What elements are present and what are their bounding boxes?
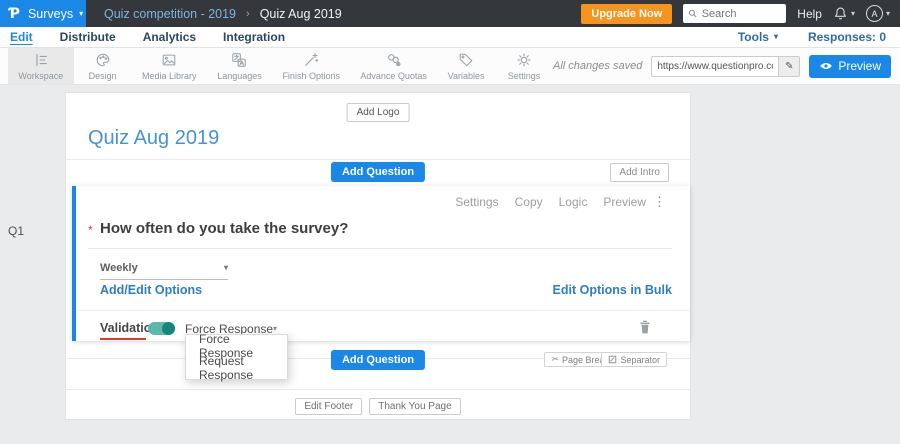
tools-label: Tools bbox=[737, 30, 769, 44]
divider bbox=[88, 248, 672, 249]
question-text[interactable]: How often do you take the survey? bbox=[100, 220, 348, 237]
edit-options-in-bulk-link[interactable]: Edit Options in Bulk bbox=[553, 283, 672, 297]
save-status: All changes saved bbox=[553, 60, 643, 72]
chevron-down-icon: ▾ bbox=[773, 32, 778, 41]
questionpro-survey-editor: Ƥ Surveys ▾ Quiz competition - 2019 › Qu… bbox=[0, 0, 900, 444]
divider bbox=[76, 310, 690, 311]
media-library-icon bbox=[162, 54, 176, 65]
question-block: Settings Copy Logic Preview ⋮ * How ofte… bbox=[72, 186, 690, 341]
trash-icon bbox=[640, 320, 650, 334]
question-actions: Settings Copy Logic Preview bbox=[455, 195, 646, 209]
survey-url-group: ✎ bbox=[651, 55, 801, 77]
bell-icon bbox=[835, 7, 846, 20]
toolbar-item-workspace[interactable]: Workspace bbox=[8, 48, 74, 84]
breadcrumb: Quiz competition - 2019 › Quiz Aug 2019 bbox=[104, 7, 342, 21]
answer-type-select[interactable]: Weekly ▾ bbox=[100, 262, 228, 280]
separator-button[interactable]: Separator bbox=[601, 352, 667, 367]
divider bbox=[66, 159, 690, 160]
preview-button[interactable]: Preview bbox=[809, 54, 891, 78]
responses-count[interactable]: Responses: 0 bbox=[808, 30, 886, 44]
finish-options-icon bbox=[305, 52, 319, 66]
design-icon bbox=[96, 53, 109, 66]
kebab-menu-icon[interactable]: ⋮ bbox=[653, 194, 666, 210]
variables-icon bbox=[459, 53, 473, 66]
add-intro-button[interactable]: Add Intro bbox=[610, 163, 669, 182]
help-link[interactable]: Help bbox=[797, 7, 822, 21]
languages-icon bbox=[232, 52, 247, 67]
tab-analytics[interactable]: Analytics bbox=[143, 30, 196, 44]
advance-quotas-icon bbox=[387, 53, 401, 66]
scissors-icon: ✂ bbox=[551, 354, 559, 364]
editor-toolbar: Workspace Design Media Library Languages… bbox=[0, 48, 900, 85]
dropdown-option-request-response[interactable]: Request Response bbox=[186, 354, 287, 382]
separator-icon bbox=[609, 355, 617, 364]
thank-you-page-button[interactable]: Thank You Page bbox=[369, 398, 461, 415]
question-preview-link[interactable]: Preview bbox=[603, 195, 646, 209]
force-response-dropdown-menu: Force Response Request Response bbox=[185, 332, 288, 382]
tab-edit[interactable]: Edit bbox=[10, 30, 33, 44]
topbar: Ƥ Surveys ▾ Quiz competition - 2019 › Qu… bbox=[0, 0, 900, 27]
toolbar-item-variables[interactable]: Variables bbox=[437, 48, 495, 84]
account-menu[interactable]: A ▾ bbox=[865, 5, 890, 22]
question-number-label: Q1 bbox=[8, 224, 25, 238]
eye-icon bbox=[820, 63, 833, 69]
question-copy-link[interactable]: Copy bbox=[515, 195, 543, 209]
chevron-down-icon: ▾ bbox=[885, 8, 890, 18]
editor-canvas: Q1 Add Logo Quiz Aug 2019 Add Question A… bbox=[0, 85, 900, 444]
chevron-down-icon: ▾ bbox=[223, 263, 228, 272]
surveys-dropdown[interactable]: Surveys ▾ bbox=[28, 7, 83, 21]
validation-toggle[interactable] bbox=[148, 322, 175, 335]
question-settings-link[interactable]: Settings bbox=[455, 195, 498, 209]
surveys-label: Surveys bbox=[27, 6, 74, 21]
breadcrumb-current: Quiz Aug 2019 bbox=[259, 6, 342, 21]
surveys-menu[interactable]: Ƥ Surveys ▾ bbox=[0, 0, 86, 27]
divider bbox=[66, 389, 690, 390]
toolbar-item-settings[interactable]: Settings bbox=[495, 48, 553, 84]
validation-underline bbox=[100, 338, 146, 340]
toolbar-item-finish-options[interactable]: Finish Options bbox=[272, 48, 350, 84]
edit-footer-button[interactable]: Edit Footer bbox=[295, 398, 363, 415]
add-question-button-bottom[interactable]: Add Question bbox=[330, 350, 426, 370]
question-logic-link[interactable]: Logic bbox=[559, 195, 588, 209]
search-input[interactable] bbox=[701, 7, 782, 20]
breadcrumb-parent[interactable]: Quiz competition - 2019 bbox=[104, 7, 236, 21]
tab-integration[interactable]: Integration bbox=[223, 30, 285, 44]
search-icon bbox=[689, 9, 697, 18]
delete-question-button[interactable] bbox=[639, 320, 651, 339]
settings-icon bbox=[517, 52, 531, 67]
toolbar-item-languages[interactable]: Languages bbox=[207, 48, 272, 84]
required-marker: * bbox=[88, 223, 93, 237]
add-edit-options-link[interactable]: Add/Edit Options bbox=[100, 283, 202, 297]
toolbar-item-media-library[interactable]: Media Library bbox=[132, 48, 207, 84]
tab-distribute[interactable]: Distribute bbox=[60, 30, 116, 44]
toolbar-right: All changes saved ✎ Preview bbox=[553, 48, 900, 84]
edit-url-button[interactable]: ✎ bbox=[779, 55, 801, 77]
pencil-icon: ✎ bbox=[785, 60, 794, 72]
add-question-button-top[interactable]: Add Question bbox=[330, 162, 426, 182]
answer-value: Weekly bbox=[100, 262, 138, 274]
footer-row: Edit Footer Thank You Page bbox=[66, 398, 690, 415]
chevron-down-icon: ▾ bbox=[79, 8, 84, 18]
topbar-right: Upgrade Now Help ▾ A ▾ bbox=[581, 3, 900, 24]
survey-title[interactable]: Quiz Aug 2019 bbox=[88, 127, 219, 150]
workspace-icon bbox=[36, 53, 47, 66]
add-logo-button[interactable]: Add Logo bbox=[346, 103, 410, 122]
upgrade-now-button[interactable]: Upgrade Now bbox=[581, 3, 673, 24]
survey-url-input[interactable] bbox=[651, 55, 780, 77]
avatar: A bbox=[865, 5, 883, 22]
toolbar-item-advance-quotas[interactable]: Advance Quotas bbox=[350, 48, 437, 84]
search-box[interactable] bbox=[683, 4, 787, 23]
breadcrumb-separator-icon: › bbox=[246, 7, 250, 20]
questionpro-logo-icon: Ƥ bbox=[9, 5, 20, 22]
toolbar-item-design[interactable]: Design bbox=[74, 48, 132, 84]
chevron-down-icon: ▾ bbox=[850, 8, 855, 18]
toggle-knob bbox=[162, 322, 175, 335]
survey-card: Add Logo Quiz Aug 2019 Add Question Add … bbox=[65, 92, 691, 420]
notifications-menu[interactable]: ▾ bbox=[833, 6, 855, 21]
nav-right: Tools ▾ Responses: 0 bbox=[738, 30, 890, 44]
tools-menu[interactable]: Tools ▾ bbox=[738, 30, 778, 44]
main-nav: Edit Distribute Analytics Integration To… bbox=[0, 27, 900, 48]
